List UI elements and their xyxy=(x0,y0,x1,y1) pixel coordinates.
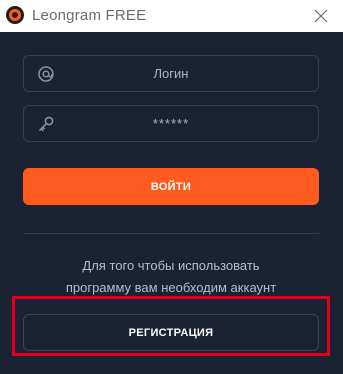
window-title: Leongram FREE xyxy=(32,7,147,24)
key-icon xyxy=(37,115,55,133)
divider xyxy=(23,233,319,234)
close-icon xyxy=(314,9,328,23)
login-field[interactable] xyxy=(23,55,319,92)
login-panel: ВОЙТИ Для того чтобы использовать програ… xyxy=(0,32,343,374)
leongram-logo-icon xyxy=(6,6,24,24)
register-button[interactable]: РЕГИСТРАЦИЯ xyxy=(23,314,319,351)
login-button[interactable]: ВОЙТИ xyxy=(23,168,319,205)
title-bar: Leongram FREE xyxy=(0,0,343,32)
login-input[interactable] xyxy=(64,56,278,91)
password-input[interactable] xyxy=(64,106,278,141)
close-button[interactable] xyxy=(309,4,333,28)
account-required-text: Для того чтобы использовать программу ва… xyxy=(23,255,319,299)
at-sign-icon xyxy=(37,65,55,83)
info-line-1: Для того чтобы использовать xyxy=(82,258,260,273)
password-field[interactable] xyxy=(23,105,319,142)
